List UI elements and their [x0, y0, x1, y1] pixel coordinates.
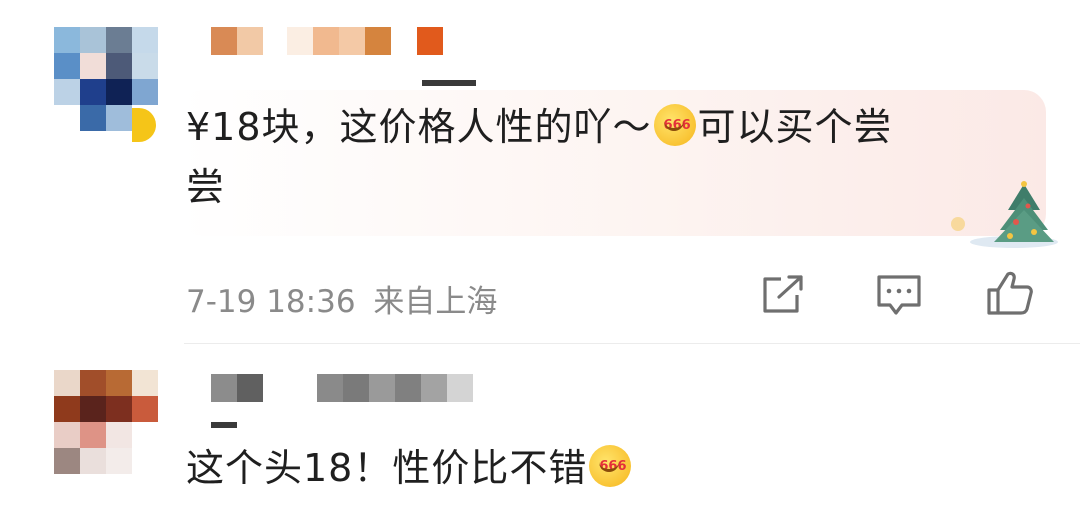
comment-text-body: 这个头18！性价比不错 [186, 446, 588, 490]
comment-meta: 7-19 18:36 来自上海 [186, 276, 497, 321]
avatar[interactable] [54, 370, 158, 474]
repost-icon[interactable] [761, 275, 805, 315]
comment-icon[interactable] [876, 274, 922, 316]
timestamp: 7-19 18:36 [186, 284, 356, 320]
divider [184, 343, 1080, 344]
location: 来自上海 [373, 284, 498, 320]
username[interactable] [211, 27, 443, 55]
comment-text: ¥18块，这价格人性的吖～ 666 可以买个尝 尝 [186, 97, 1006, 217]
666-emoji-icon: 666 [653, 104, 696, 146]
username-underline [211, 422, 237, 428]
comment-text: 这个头18！性价比不错 666 [186, 438, 1006, 498]
comment-text-line1: ¥18块，这价格人性的吖～ [186, 105, 652, 149]
666-emoji-icon: 666 [589, 445, 632, 487]
thumbs-up-icon[interactable] [986, 270, 1034, 316]
username[interactable] [211, 374, 473, 402]
username-underline [422, 80, 476, 86]
comment-text-line2: 尝 [186, 165, 226, 209]
comment-text-line1-tail: 可以买个尝 [697, 105, 893, 149]
